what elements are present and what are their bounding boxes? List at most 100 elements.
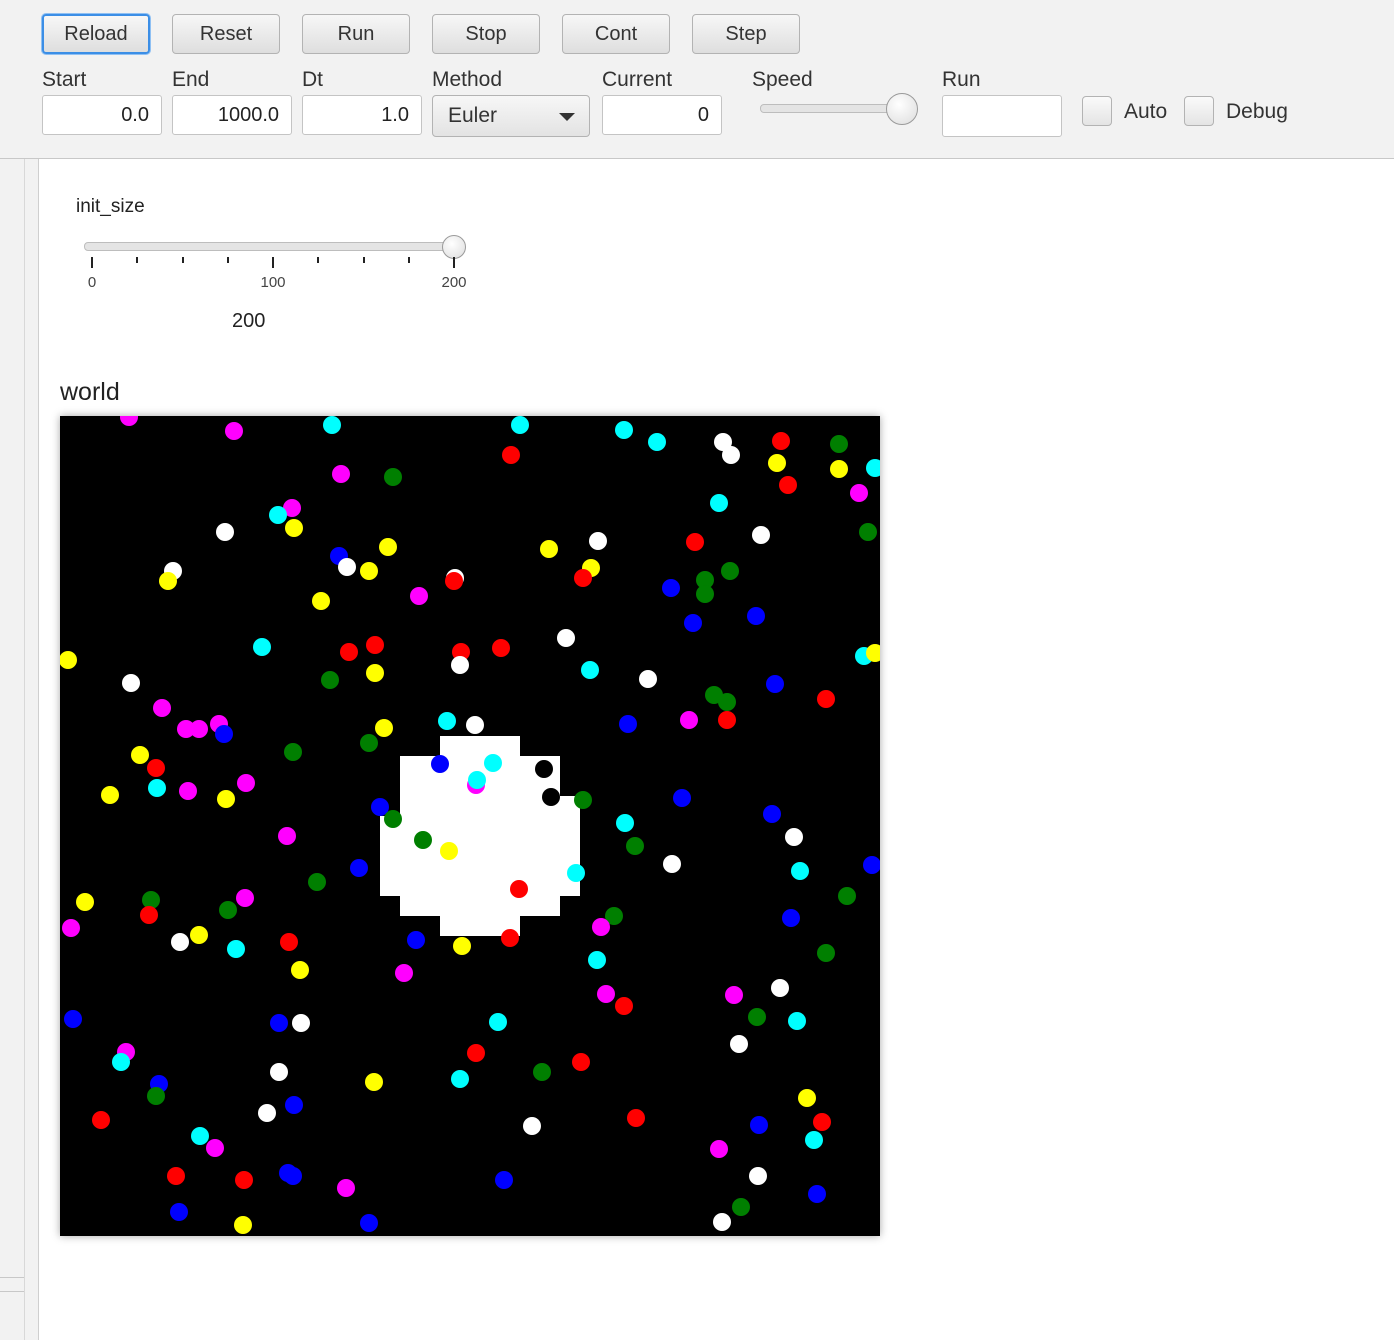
agent-dot (285, 1096, 303, 1114)
agent-dot (540, 540, 558, 558)
agent-dot (639, 670, 657, 688)
agent-dot (215, 725, 233, 743)
agent-dot (542, 788, 560, 806)
agent-dot (101, 786, 119, 804)
agent-dot (798, 1089, 816, 1107)
agent-dot (721, 562, 739, 580)
agent-dot (817, 690, 835, 708)
step-button[interactable]: Step (692, 14, 800, 54)
agent-dot (170, 1203, 188, 1221)
agent-dot (414, 831, 432, 849)
cont-button[interactable]: Cont (562, 14, 670, 54)
agent-dot (766, 675, 784, 693)
agent-dot (805, 1131, 823, 1149)
agent-dot (722, 446, 740, 464)
agent-dot (597, 985, 615, 1003)
agent-dot (140, 906, 158, 924)
agent-dot (112, 1053, 130, 1071)
agent-dot (410, 587, 428, 605)
run-button[interactable]: Run (302, 14, 410, 54)
agent-dot (64, 1010, 82, 1028)
agent-dot (308, 873, 326, 891)
agent-dot (206, 1139, 224, 1157)
agent-dot (278, 827, 296, 845)
agent-dot (785, 828, 803, 846)
agent-dot (696, 585, 714, 603)
agent-dot (501, 929, 519, 947)
world-canvas (60, 416, 880, 1236)
agent-dot (673, 789, 691, 807)
agent-dot (830, 460, 848, 478)
end-label: End (172, 68, 210, 91)
agent-dot (648, 433, 666, 451)
agent-dot (237, 774, 255, 792)
agent-dot (284, 743, 302, 761)
end-field[interactable]: 1000.0 (172, 95, 292, 135)
slider-tick (407, 257, 410, 263)
debug-label: Debug (1226, 100, 1288, 123)
start-field[interactable]: 0.0 (42, 95, 162, 135)
agent-dot (484, 754, 502, 772)
agent-dot (684, 614, 702, 632)
agent-dot (407, 931, 425, 949)
agent-dot (710, 494, 728, 512)
reload-button[interactable]: Reload (42, 14, 150, 54)
agent-dot (147, 1087, 165, 1105)
toolbar: Reload Reset Run Stop Cont Step Start 0.… (0, 0, 1394, 159)
agent-dot (350, 859, 368, 877)
method-label: Method (432, 68, 503, 91)
current-field[interactable]: 0 (602, 95, 722, 135)
agent-dot (718, 693, 736, 711)
agent-dot (234, 1216, 252, 1234)
agent-dot (312, 592, 330, 610)
agent-dot (466, 716, 484, 734)
agent-dot (332, 465, 350, 483)
agent-dot (732, 1198, 750, 1216)
agent-dot (749, 1167, 767, 1185)
agent-dot (269, 506, 287, 524)
agent-dot (153, 699, 171, 717)
agent-dot (360, 1214, 378, 1232)
world-title: world (60, 378, 120, 406)
agent-dot (808, 1185, 826, 1203)
agent-dot (788, 1012, 806, 1030)
speed-slider-thumb[interactable] (886, 93, 918, 125)
world-view (60, 416, 880, 1234)
current-label: Current (602, 68, 673, 91)
agent-dot (340, 643, 358, 661)
agent-dot (323, 416, 341, 434)
agent-dot (725, 986, 743, 1004)
run-count-field[interactable] (942, 95, 1062, 137)
agent-dot (511, 416, 529, 434)
debug-checkbox[interactable] (1184, 96, 1214, 126)
agent-dot (779, 476, 797, 494)
init-size-slider-thumb[interactable] (442, 235, 466, 259)
method-value: Euler (448, 104, 498, 127)
agent-dot (791, 862, 809, 880)
method-select[interactable]: Euler (432, 95, 590, 137)
auto-checkbox[interactable] (1082, 96, 1112, 126)
stop-button[interactable]: Stop (432, 14, 540, 54)
agent-dot (227, 940, 245, 958)
agent-dot (384, 810, 402, 828)
agent-dot (171, 933, 189, 951)
agent-dot (270, 1014, 288, 1032)
gutter-separator (0, 1291, 24, 1292)
agent-dot (763, 805, 781, 823)
init-size-slider-track[interactable] (84, 242, 464, 251)
agent-dot (615, 997, 633, 1015)
agent-dot (216, 523, 234, 541)
agent-dot (431, 755, 449, 773)
agent-dot (384, 468, 402, 486)
slider-tick (453, 257, 455, 268)
agent-dot (360, 734, 378, 752)
agent-dot (92, 1111, 110, 1129)
agent-dot (321, 671, 339, 689)
agent-dot (710, 1140, 728, 1158)
agent-dot (270, 1063, 288, 1081)
agent-dot (337, 1179, 355, 1197)
agent-dot (284, 1167, 302, 1185)
dt-field[interactable]: 1.0 (302, 95, 422, 135)
reset-button[interactable]: Reset (172, 14, 280, 54)
agent-dot (360, 562, 378, 580)
